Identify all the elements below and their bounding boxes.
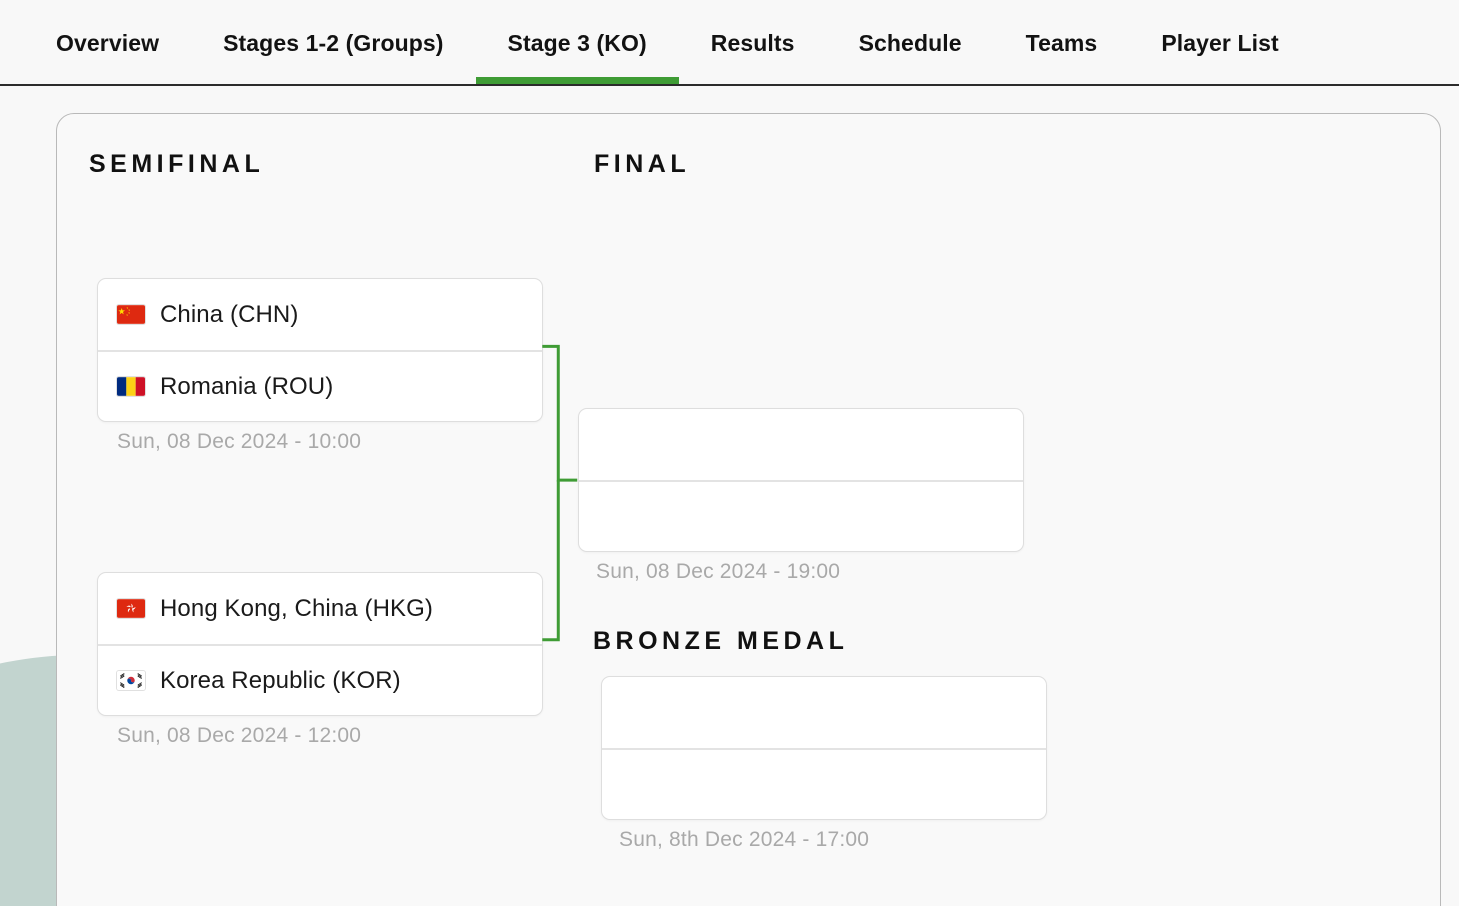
match-date: Sun, 08 Dec 2024 - 12:00 bbox=[97, 724, 543, 748]
tab-stages-1-2-groups[interactable]: Stages 1-2 (Groups) bbox=[191, 0, 475, 86]
tab-teams[interactable]: Teams bbox=[994, 0, 1130, 86]
main-navigation-tabs: Overview Stages 1-2 (Groups) Stage 3 (KO… bbox=[0, 0, 1459, 86]
team-name: Korea Republic (KOR) bbox=[160, 667, 401, 695]
tab-schedule[interactable]: Schedule bbox=[827, 0, 994, 86]
tab-stage-3-ko[interactable]: Stage 3 (KO) bbox=[476, 0, 679, 86]
match-date: Sun, 8th Dec 2024 - 17:00 bbox=[601, 828, 1047, 852]
tab-overview[interactable]: Overview bbox=[24, 0, 191, 86]
match-box[interactable] bbox=[578, 408, 1024, 552]
team-name: Romania (ROU) bbox=[160, 373, 333, 401]
match-slot-team[interactable] bbox=[602, 677, 1046, 748]
tab-player-list[interactable]: Player List bbox=[1129, 0, 1310, 86]
match-slot-team[interactable]: China (CHN) bbox=[98, 279, 542, 350]
match-date: Sun, 08 Dec 2024 - 10:00 bbox=[97, 430, 543, 454]
match-slot-team[interactable]: Romania (ROU) bbox=[98, 350, 542, 421]
match-semifinal-1[interactable]: China (CHN) Romania (ROU) Sun, 08 Dec 20… bbox=[97, 278, 543, 454]
flag-ro-icon bbox=[116, 376, 146, 397]
match-semifinal-2[interactable]: Hong Kong, China (HKG) bbox=[97, 572, 543, 748]
match-final[interactable]: Sun, 08 Dec 2024 - 19:00 bbox=[578, 408, 1024, 584]
match-slot-team[interactable] bbox=[602, 748, 1046, 819]
match-box[interactable]: China (CHN) Romania (ROU) bbox=[97, 278, 543, 422]
flag-hk-icon bbox=[116, 598, 146, 619]
match-date: Sun, 08 Dec 2024 - 19:00 bbox=[578, 560, 1024, 584]
tab-results[interactable]: Results bbox=[679, 0, 827, 86]
match-box[interactable]: Hong Kong, China (HKG) bbox=[97, 572, 543, 716]
match-bronze-medal[interactable]: Sun, 8th Dec 2024 - 17:00 bbox=[601, 676, 1047, 852]
flag-kr-icon bbox=[116, 670, 146, 691]
match-slot-team[interactable] bbox=[579, 409, 1023, 480]
match-slot-team[interactable]: Hong Kong, China (HKG) bbox=[98, 573, 542, 644]
knockout-bracket-card: SEMIFINAL FINAL BRONZE MEDAL bbox=[56, 113, 1441, 906]
team-name: Hong Kong, China (HKG) bbox=[160, 595, 433, 623]
heading-semifinal: SEMIFINAL bbox=[89, 150, 264, 179]
heading-bronze-medal: BRONZE MEDAL bbox=[593, 627, 848, 656]
heading-final: FINAL bbox=[594, 150, 690, 179]
match-slot-team[interactable] bbox=[579, 480, 1023, 551]
match-box[interactable] bbox=[601, 676, 1047, 820]
flag-cn-icon bbox=[116, 304, 146, 325]
team-name: China (CHN) bbox=[160, 301, 298, 329]
match-slot-team[interactable]: Korea Republic (KOR) bbox=[98, 644, 542, 715]
